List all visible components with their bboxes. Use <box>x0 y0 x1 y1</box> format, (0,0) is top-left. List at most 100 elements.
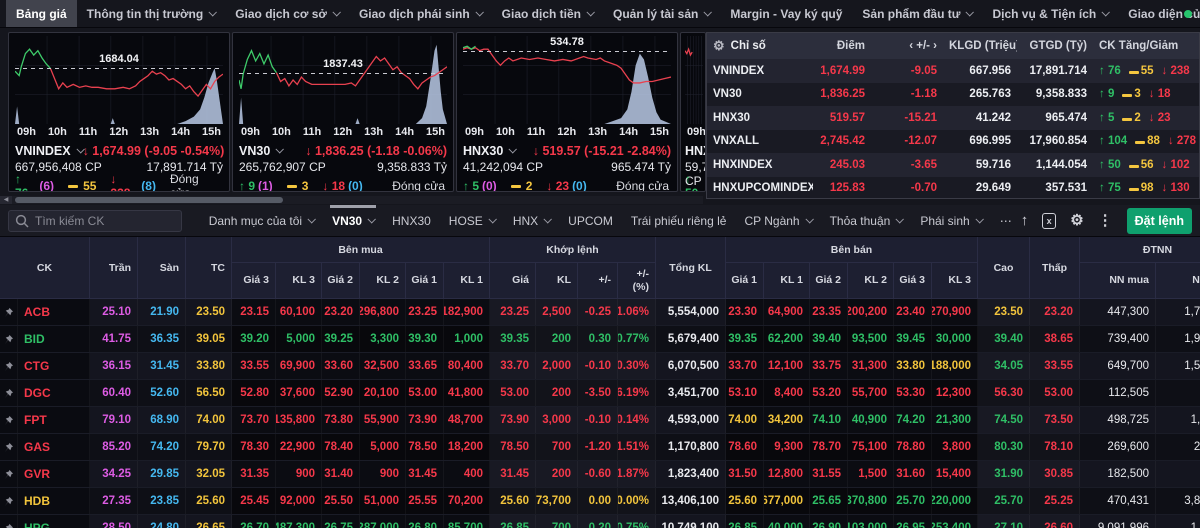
index-name-dropdown[interactable]: HNXINDEX <box>685 144 705 158</box>
tab-cp-ngành[interactable]: CP Ngành <box>735 205 820 237</box>
search-icon <box>15 214 29 228</box>
chart-plot: 1837.43 <box>239 36 447 124</box>
stock-row-hdb[interactable]: HDB 27.35 23.85 25.60 25.45 92,000 25.50 51,000… <box>0 488 1200 515</box>
nav-item-1[interactable]: Thông tin thị trường <box>77 0 226 27</box>
session-status: Đóng cửa <box>616 179 669 192</box>
index-row-hnx30[interactable]: HNX30 519.57 -15.21 41.242 965.474 ↑ 5 2… <box>707 106 1199 130</box>
index-name-dropdown[interactable]: HNX30 <box>463 144 518 158</box>
index-price: ↓ 519.57 (-15.21 -2.84%) <box>532 143 671 158</box>
col-group-buy: Bên mua Giá 3 KL 3 Giá 2 KL 2 Giá 1 KL 1 <box>232 237 490 299</box>
nav-item-6[interactable]: Margin - Vay ký quỹ <box>720 0 852 27</box>
stock-row-acb[interactable]: ACB 25.10 21.90 23.50 23.15 60,100 23.20 296,80… <box>0 299 1200 326</box>
place-order-button[interactable]: Đặt lệnh <box>1126 207 1192 234</box>
index-name-dropdown[interactable]: VNINDEX <box>15 144 85 158</box>
decliners: ↓ 238 (8) <box>110 172 156 192</box>
unchanged: 3 <box>286 179 308 191</box>
stock-row-fpt[interactable]: FPT 79.10 68.90 74.00 73.70 135,800 73.80 55,90… <box>0 407 1200 434</box>
gear-icon[interactable]: ⚙ <box>1070 213 1083 228</box>
chart-panel-vnindex[interactable]: 1684.04 09h 10h 11h 12h 13h 14h 15h VNINDEX ↓ … <box>8 32 230 192</box>
tab-hnx[interactable]: HNX <box>504 205 559 237</box>
index-row-hnxupcomindex[interactable]: HNXUPCOMINDEX 125.83 -0.70 29.649 357.53… <box>707 177 1199 199</box>
time-axis: 09h 10h 11h 12h 13h 14h 15h <box>17 126 221 138</box>
advance-decline: ↑ 9 (1) 3 ↓ 18 (0) Đóng cửa <box>239 177 447 192</box>
decliners: ↓ 18 <box>1148 88 1171 101</box>
stock-row-ctg[interactable]: CTG 36.15 31.45 33.80 33.55 69,900 33.60 32,500… <box>0 353 1200 380</box>
stock-row-bid[interactable]: BID 41.75 36.35 39.05 39.20 5,000 39.25 3,300 39… <box>0 326 1200 353</box>
tab-trái-phiếu-riêng-lẻ[interactable]: Trái phiếu riêng lẻ <box>622 205 736 237</box>
advancers: ↑ 50 <box>1099 158 1121 171</box>
watchlist-toolbar: Danh mục của tôi VN30 HNX30 HOSE HNX UPCOM Trá… <box>0 204 1200 237</box>
chevron-down-icon <box>965 7 975 17</box>
scrollbar-thumb[interactable] <box>15 197 283 203</box>
pin-icon[interactable] <box>3 523 14 528</box>
chevron-down-icon <box>488 214 497 224</box>
tab-label: Trái phiếu riêng lẻ <box>630 213 727 228</box>
nav-item-3[interactable]: Giao dịch phái sinh <box>349 0 492 27</box>
unchanged: 55 <box>1128 65 1154 77</box>
nav-item-4[interactable]: Giao dịch tiền <box>492 0 603 27</box>
chart-plot: 534.78 <box>463 36 671 124</box>
index-row-vnxall[interactable]: VNXALL 2,745.42 -12.07 696.995 17,960.85… <box>707 130 1199 154</box>
advancers: ↑ 5 (0) <box>463 179 497 192</box>
chart-panel-hnx30[interactable]: 534.78 09h 10h 11h 12h 13h 14h 15h HNX30 ↓ 519… <box>456 32 678 192</box>
pin-icon[interactable] <box>3 307 14 318</box>
search-input[interactable] <box>8 209 182 232</box>
tab-upcom[interactable]: UPCOM <box>559 205 622 237</box>
ticker-symbol: BID <box>18 326 90 352</box>
unchanged: 88 <box>1135 135 1160 147</box>
nav-item-label: Margin - Vay ký quỹ <box>730 6 843 21</box>
tab-danh-mục-của-tôi[interactable]: Danh mục của tôi <box>200 205 323 237</box>
pin-icon[interactable] <box>3 334 14 345</box>
advancers: ↑ 76 (6) <box>15 172 55 192</box>
tab-label: HNX30 <box>392 213 431 228</box>
pin-icon[interactable] <box>3 388 14 399</box>
excel-export-icon[interactable]: x <box>1042 212 1057 229</box>
tab-vn30[interactable]: VN30 <box>323 204 383 237</box>
charts-scrollbar[interactable]: ◀ <box>0 196 703 204</box>
col-group-foreign: ĐTNNNN muaNN bán <box>1080 237 1200 299</box>
advancers: ↑ 9 (1) <box>239 179 273 192</box>
gear-icon[interactable]: ⚙ <box>713 38 725 54</box>
tab-hose[interactable]: HOSE <box>440 205 504 237</box>
pin-icon[interactable] <box>3 361 14 372</box>
nav-item-2[interactable]: Giao dịch cơ sở <box>225 0 349 27</box>
nav-item-0[interactable]: Bảng giá <box>6 0 77 27</box>
index-name-dropdown[interactable]: VN30 <box>239 144 285 158</box>
chevron-down-icon <box>508 144 518 154</box>
unchanged: 55 <box>68 179 96 191</box>
upload-icon[interactable]: ↑ <box>1021 213 1029 228</box>
col-group-sell: Bên bán Giá 1 KL 1 Giá 2 KL 2 Giá 3 KL 3 <box>726 237 978 299</box>
chevron-down-icon <box>1101 7 1111 17</box>
nav-item-5[interactable]: Quản lý tài sản <box>603 0 720 27</box>
stock-row-dgc[interactable]: DGC 60.40 52.60 56.50 52.80 37,600 52.90 20,100… <box>0 380 1200 407</box>
tab-hnx30[interactable]: HNX30 <box>383 205 440 237</box>
stock-row-gas[interactable]: GAS 85.20 74.20 79.70 78.30 22,900 78.40 5,000 7… <box>0 434 1200 461</box>
chevron-down-icon <box>208 7 218 17</box>
scroll-left-button[interactable]: ◀ <box>0 196 12 204</box>
tab-label: ⋯ <box>999 213 1012 228</box>
tabs-more-button[interactable]: ⋯ <box>991 205 1021 237</box>
index-row-vnindex[interactable]: VNINDEX 1,674.99 -9.05 667.956 17,891.71… <box>707 59 1199 83</box>
pin-icon[interactable] <box>3 496 14 507</box>
nav-item-8[interactable]: Dịch vụ & Tiện ích <box>982 0 1118 27</box>
index-row-vn30[interactable]: VN30 1,836.25 -1.18 265.763 9,358.833 ↑ … <box>707 83 1199 107</box>
index-row-hnxindex[interactable]: HNXINDEX 245.03 -3.65 59.716 1,144.054 ↑… <box>707 153 1199 177</box>
chart-panel-partial[interactable]: 09h HNXINDEX 59,716,000 CP ↑ 50 <box>680 32 706 192</box>
nav-item-7[interactable]: Sản phẩm đầu tư <box>852 0 982 27</box>
unchanged: 2 <box>510 179 532 191</box>
pin-icon[interactable] <box>3 442 14 453</box>
index-price: ↓ 1,836.25 (-1.18 -0.06%) <box>305 143 447 158</box>
advancers: ↑ 104 <box>1099 135 1128 148</box>
chart-panel-vn30[interactable]: 1837.43 09h 10h 11h 12h 13h 14h 15h VN30 ↓ 1,8… <box>232 32 454 192</box>
tab-thỏa-thuận[interactable]: Thỏa thuận <box>821 205 912 237</box>
index-price: ↓ 1,674.99 (-9.05 -0.54%) <box>82 143 225 158</box>
decliners: ↓ 130 <box>1161 182 1190 195</box>
ticker-symbol: FPT <box>18 407 90 433</box>
stock-row-hpg[interactable]: HPG 28.50 24.80 26.65 26.70 487,300 26.75 287,0… <box>0 515 1200 528</box>
reference-value: 1684.04 <box>99 53 139 65</box>
tab-phái-sinh[interactable]: Phái sinh <box>911 205 990 237</box>
pin-icon[interactable] <box>3 469 14 480</box>
kebab-menu-icon[interactable]: ⋮ <box>1098 213 1113 228</box>
stock-row-gvr[interactable]: GVR 34.25 29.85 32.05 31.35 900 31.40 900 31.45 4… <box>0 461 1200 488</box>
pin-icon[interactable] <box>3 415 14 426</box>
